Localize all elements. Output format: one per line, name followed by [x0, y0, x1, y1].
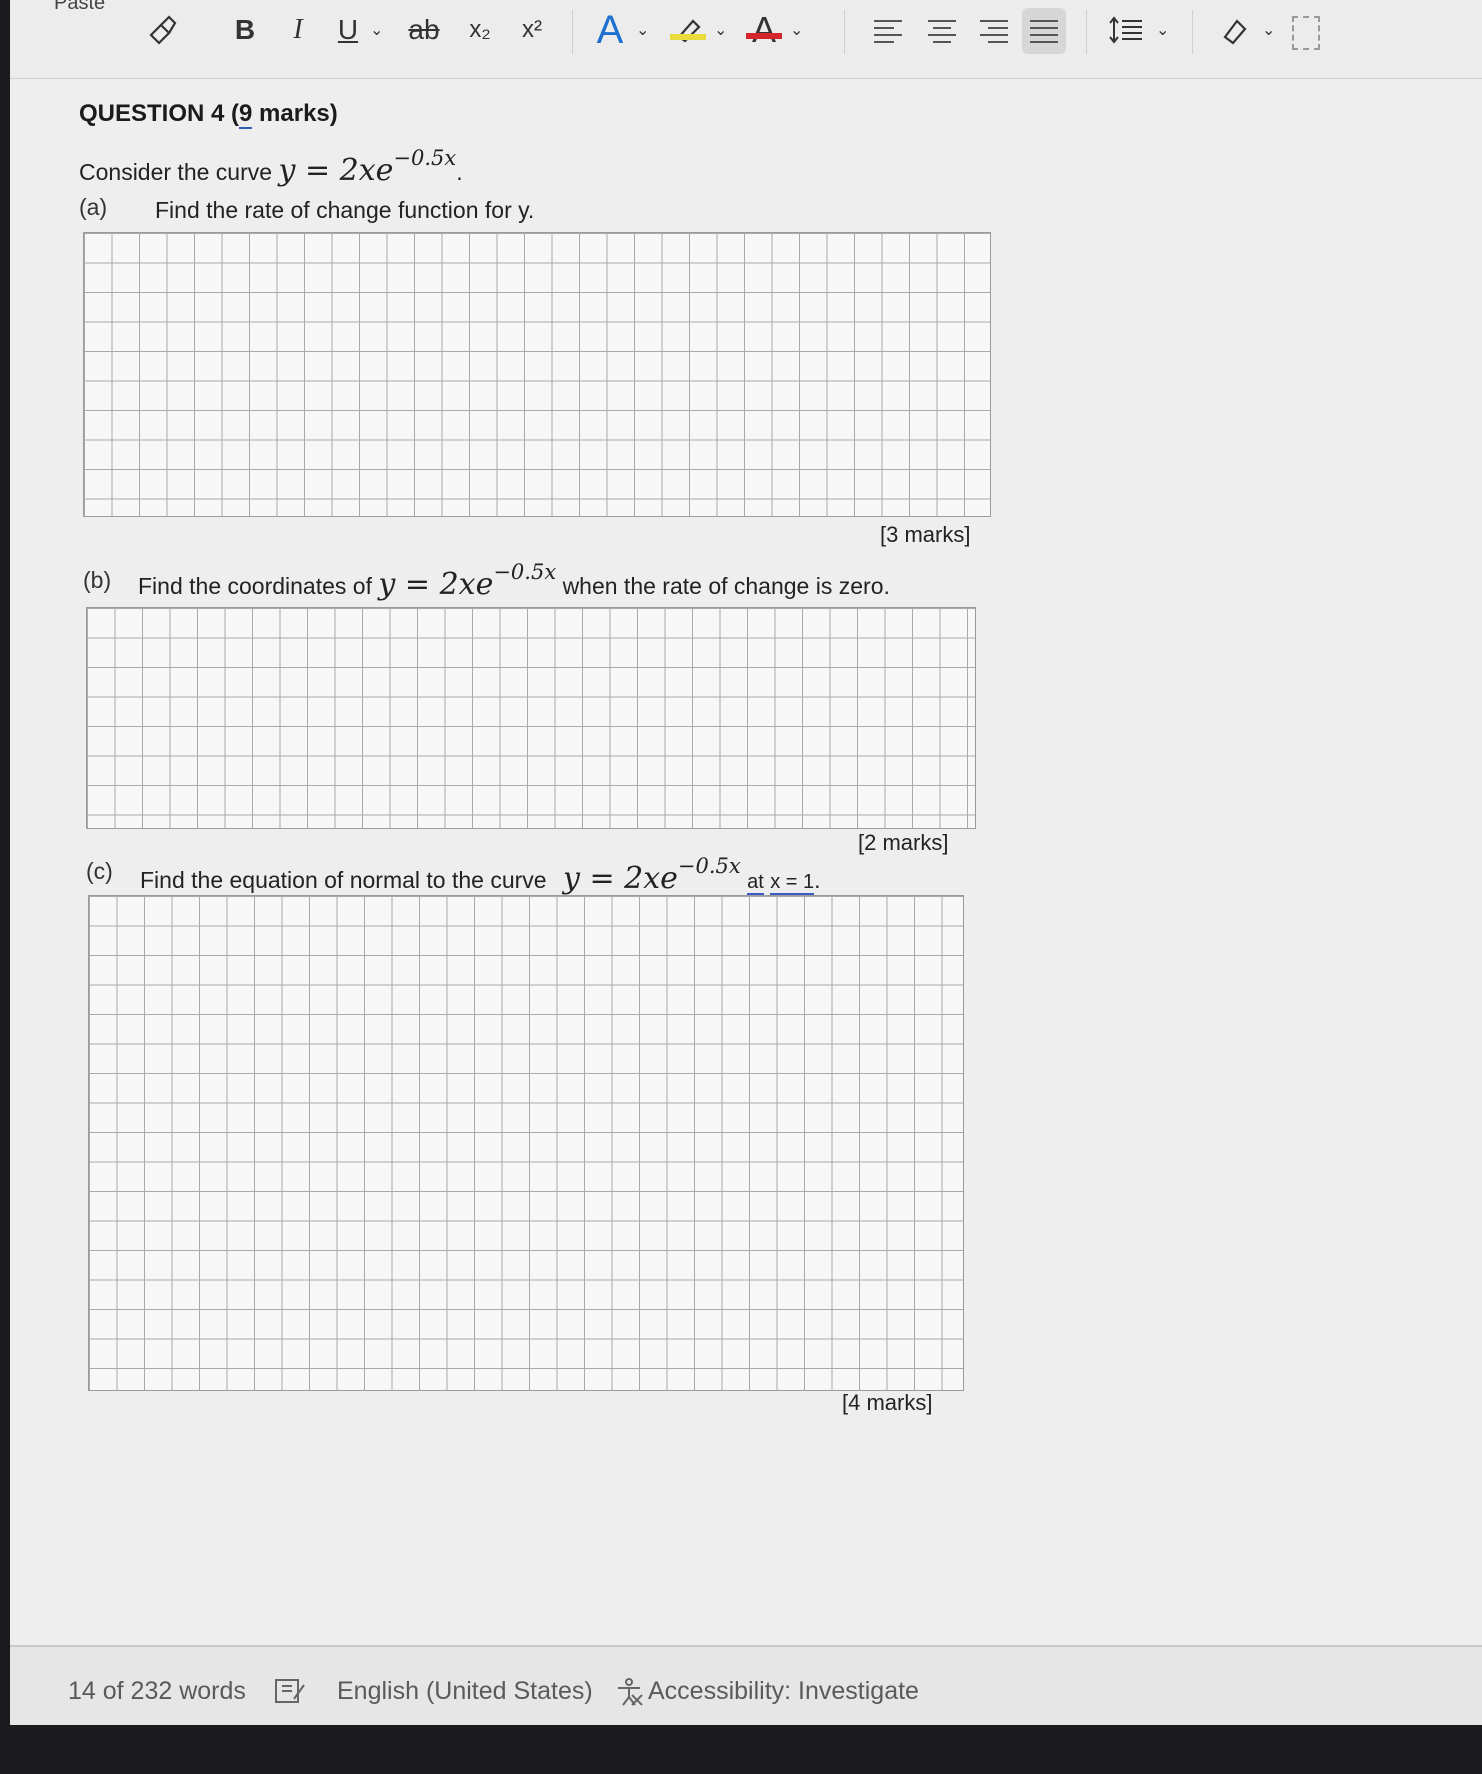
font-color-button[interactable]: A [742, 6, 786, 54]
question-marks-link[interactable]: 9 [239, 100, 253, 129]
chevron-down-icon[interactable]: ⌄ [636, 20, 649, 40]
part-b-marks: [2 marks] [858, 830, 949, 855]
highlighter-icon[interactable] [666, 6, 710, 54]
part-c-label: (c) [86, 858, 113, 884]
align-right-icon[interactable] [972, 8, 1016, 54]
answer-grid-c[interactable] [88, 895, 964, 1391]
bold-button[interactable]: B [225, 6, 265, 54]
part-c-line: Find the equation of normal to the curve… [140, 854, 821, 896]
part-c-x-value[interactable]: x = 1 [770, 871, 815, 895]
chevron-down-icon[interactable]: ⌄ [714, 20, 727, 40]
line-spacing-icon[interactable] [1104, 6, 1148, 54]
part-c-at[interactable]: at [747, 871, 764, 895]
answer-grid-b[interactable] [86, 607, 976, 829]
word-window: Paste B I U ⌄ ab x₂ x² A ⌄ ⌄ A ⌄ ⌄ ⌄ QUE… [10, 0, 1482, 1725]
part-b-text-before: Find the coordinates of [138, 573, 372, 599]
intro-line: Consider the curve y = 2xe−0.5x. [79, 146, 463, 188]
more-options-icon[interactable] [1292, 16, 1320, 50]
superscript-button[interactable]: x² [510, 6, 554, 54]
word-count[interactable]: 14 of 232 words [68, 1677, 246, 1706]
align-left-icon[interactable] [866, 8, 910, 54]
chevron-down-icon[interactable]: ⌄ [1262, 20, 1275, 40]
part-a-label: (a) [79, 194, 108, 220]
justify-icon[interactable] [1022, 8, 1066, 54]
chevron-down-icon[interactable]: ⌄ [370, 20, 383, 40]
format-painter-icon[interactable] [140, 6, 184, 54]
ribbon-divider [572, 10, 573, 54]
equation: y = 2xe−0.5x [278, 146, 457, 188]
text-effects-button[interactable]: A [588, 6, 632, 54]
strikethrough-button[interactable]: ab [400, 6, 448, 54]
proofing-icon[interactable] [274, 1677, 308, 1712]
font-color-bar [746, 33, 782, 39]
ribbon-divider [1192, 10, 1193, 54]
part-b-line: Find the coordinates of y = 2xe−0.5x whe… [138, 560, 890, 602]
language-status[interactable]: English (United States) [337, 1677, 593, 1706]
accessibility-icon[interactable] [614, 1677, 644, 1712]
part-b-text-after: when the rate of change is zero. [562, 573, 890, 599]
highlight-color-bar [670, 34, 706, 40]
intro-text: Consider the curve [79, 159, 273, 185]
accessibility-status[interactable]: Accessibility: Investigate [648, 1677, 919, 1706]
align-center-icon[interactable] [920, 8, 964, 54]
equation: y = 2xe−0.5x [378, 560, 557, 602]
part-b-label: (b) [83, 567, 112, 593]
part-a-marks: [3 marks] [880, 522, 971, 547]
underline-button[interactable]: U [328, 6, 368, 54]
question-title: QUESTION 4 (9 marks) [79, 100, 338, 129]
question-title-suffix: marks) [252, 100, 338, 127]
ribbon-divider [844, 10, 845, 54]
question-title-prefix: QUESTION 4 ( [79, 100, 240, 127]
part-c-text-before: Find the equation of normal to the curve [140, 867, 547, 893]
answer-grid-a[interactable] [83, 232, 991, 517]
chevron-down-icon[interactable]: ⌄ [1156, 20, 1169, 40]
equation: y = 2xe−0.5x [562, 854, 741, 896]
paste-label[interactable]: Paste [54, 0, 105, 15]
part-c-marks: [4 marks] [842, 1390, 933, 1415]
ribbon-divider [1086, 10, 1087, 54]
ribbon-toolbar: Paste B I U ⌄ ab x₂ x² A ⌄ ⌄ A ⌄ ⌄ ⌄ [10, 0, 1482, 79]
chevron-down-icon[interactable]: ⌄ [790, 20, 803, 40]
part-a-text: Find the rate of change function for y. [155, 197, 535, 223]
status-bar: 14 of 232 words English (United States) … [10, 1645, 1482, 1725]
subscript-button[interactable]: x₂ [458, 6, 502, 54]
styles-icon[interactable] [1214, 6, 1258, 54]
italic-button[interactable]: I [278, 6, 318, 54]
